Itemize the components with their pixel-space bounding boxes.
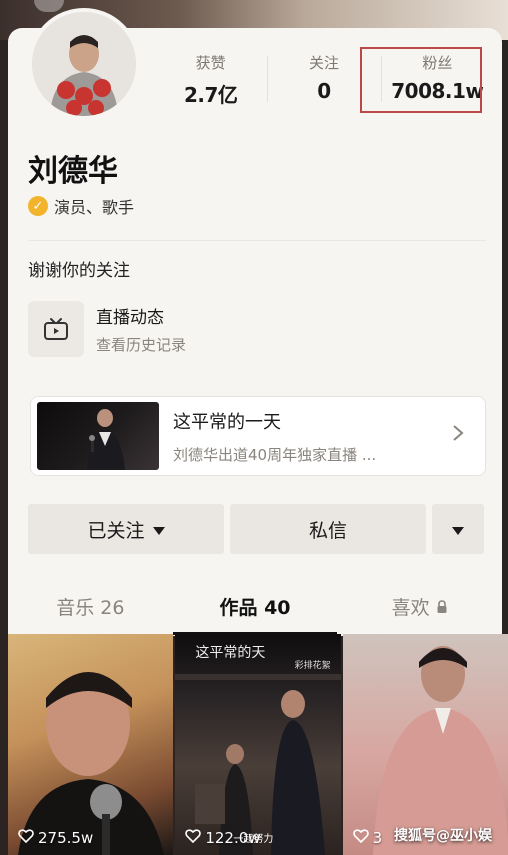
like-value: 275.5w: [38, 829, 94, 847]
avatar[interactable]: [28, 8, 140, 120]
like-value: 3: [372, 829, 383, 847]
tv-icon: [28, 301, 84, 357]
tab-likes[interactable]: 喜欢: [337, 583, 502, 635]
stat-likes[interactable]: 获赞 2.7亿: [154, 48, 267, 118]
featured-subtitle: 刘德华出道40周年独家直播 ...: [173, 445, 377, 464]
watermark: 搜狐号@巫小娱: [393, 828, 492, 844]
divider: [28, 240, 486, 241]
video-tile[interactable]: 这平常的天 彩排花絮 122.0w 一起努力: [175, 634, 341, 855]
following-button[interactable]: 已关注: [28, 504, 224, 554]
profile-bio: 谢谢你的关注: [28, 261, 130, 281]
heart-icon: [352, 829, 369, 847]
tab-music[interactable]: 音乐 26: [8, 583, 173, 635]
heart-icon: [18, 829, 34, 847]
following-label: 已关注: [87, 519, 145, 542]
message-button[interactable]: 私信: [230, 504, 426, 554]
tab-label: 喜欢: [391, 597, 430, 619]
featured-title: 这平常的一天: [173, 411, 281, 433]
featured-video-card[interactable]: 这平常的一天 刘德华出道40周年独家直播 ...: [30, 396, 486, 476]
video-thumbnail: [372, 646, 508, 855]
video-overlay-title: 这平常的天: [195, 645, 266, 661]
lock-icon: [436, 597, 448, 619]
avatar-image: [32, 12, 136, 116]
like-count: 275.5w: [18, 829, 93, 847]
video-overlay-tag: 彩排花絮: [294, 661, 331, 671]
caret-down-icon: [452, 518, 464, 540]
action-buttons: 已关注 私信: [28, 504, 486, 554]
video-overlay-subtitle: 一起努力: [233, 834, 274, 845]
heart-icon: [185, 829, 202, 847]
featured-thumbnail: [37, 402, 159, 470]
profile-name: 刘德华: [28, 154, 118, 189]
live-title: 直播动态: [96, 308, 164, 328]
video-tile[interactable]: 3 搜狐号@巫小娱: [342, 634, 508, 855]
message-label: 私信: [308, 519, 347, 542]
like-count: 3: [352, 829, 383, 847]
followers-highlight-box: [360, 47, 482, 113]
tab-label: 音乐 26: [56, 597, 125, 619]
video-grid: 275.5w 这平常的天 彩排花絮 122.0w 一起努力 3 搜狐号@巫小娱: [8, 634, 508, 855]
more-options-button[interactable]: [432, 504, 484, 554]
video-thumbnail: [18, 672, 164, 855]
caret-down-icon: [152, 518, 165, 540]
video-tile[interactable]: 275.5w: [8, 634, 174, 855]
tab-label: 作品 40: [219, 597, 291, 619]
live-subtitle: 查看历史记录: [96, 336, 187, 354]
live-history-entry[interactable]: 直播动态 查看历史记录: [28, 300, 328, 358]
tab-works[interactable]: 作品 40: [172, 583, 338, 635]
stat-label: 获赞: [195, 54, 226, 72]
back-button[interactable]: [34, 0, 64, 12]
stat-value: 2.7亿: [183, 83, 238, 107]
verified-check-icon: ✓: [28, 196, 48, 216]
chevron-right-icon: [451, 423, 475, 449]
content-tabs: 音乐 26 作品 40 喜欢: [8, 583, 502, 635]
verified-row: ✓ 演员、歌手: [28, 194, 134, 218]
profile-card: 获赞 2.7亿 关注 0 粉丝 7008.1w 刘德华 ✓ 演员、歌手 谢谢你的…: [8, 8, 502, 636]
verified-label: 演员、歌手: [54, 198, 135, 217]
